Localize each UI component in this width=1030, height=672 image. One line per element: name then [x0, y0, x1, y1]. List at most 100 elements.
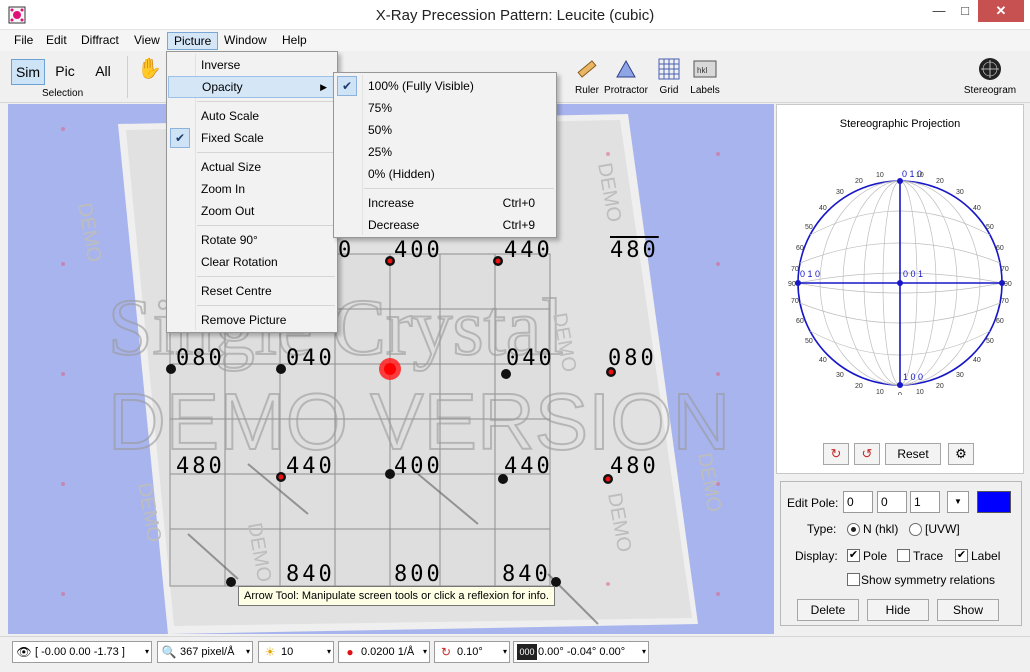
- ruler-tool-button[interactable]: Ruler: [566, 55, 608, 101]
- svg-text:20: 20: [855, 383, 863, 390]
- protractor-tool-button[interactable]: Protractor: [603, 55, 649, 101]
- rotate-ccw-button[interactable]: ↺: [854, 443, 880, 465]
- stereogram-panel: Stereographic Projection 0 1 0 0 1 0 0 0…: [776, 104, 1024, 474]
- svg-text:50: 50: [986, 338, 994, 345]
- opacity-increase[interactable]: Increase Ctrl+0: [335, 192, 555, 214]
- gear-icon: ⚙: [955, 446, 967, 461]
- rotation-step-field[interactable]: ↻ 0.10° ▾: [434, 641, 510, 663]
- hand-tool-button[interactable]: ✋: [128, 55, 170, 101]
- menu-item-fixed-scale-label: Fixed Scale: [201, 131, 264, 145]
- chevron-down-icon: ▾: [641, 647, 646, 656]
- zoom-icon: 🔍: [161, 645, 177, 659]
- menu-item-opacity[interactable]: Opacity ▶: [168, 76, 336, 98]
- close-button[interactable]: ✕: [978, 0, 1024, 22]
- type-hkl-label: N (hkl): [863, 522, 899, 536]
- index-label: 040: [506, 346, 555, 371]
- display-label: Display:: [795, 549, 838, 563]
- delete-button[interactable]: Delete: [797, 599, 859, 621]
- opacity-decrease[interactable]: Decrease Ctrl+9: [335, 214, 555, 236]
- svg-text:60: 60: [796, 318, 804, 325]
- stereographic-projection[interactable]: 0 1 0 0 1 0 0 0 1 1 0 0 10 20 30 40 50 6…: [787, 155, 1015, 395]
- menu-item-clear-rotation[interactable]: Clear Rotation: [168, 251, 336, 273]
- display-label-checkbox[interactable]: ✔: [955, 549, 968, 562]
- svg-text:70: 70: [791, 298, 799, 305]
- opacity-0[interactable]: 0% (Hidden): [335, 163, 555, 185]
- spot[interactable]: [226, 577, 236, 587]
- opacity-25[interactable]: 25%: [335, 141, 555, 163]
- spot-icon: ●: [346, 645, 354, 659]
- spot-core: [278, 474, 284, 480]
- menu-picture[interactable]: Picture: [167, 32, 219, 50]
- display-pole-checkbox[interactable]: ✔: [847, 549, 860, 562]
- menu-item-actual-size[interactable]: Actual Size: [168, 156, 336, 178]
- mode-sim-button[interactable]: Sim: [11, 59, 45, 85]
- ruler-label: Ruler: [575, 85, 599, 96]
- index-label: 080: [176, 346, 225, 371]
- svg-text:60: 60: [996, 318, 1004, 325]
- maximize-button[interactable]: □: [952, 0, 978, 22]
- spot-size-field[interactable]: ● 0.0200 1/Å ▾: [338, 641, 430, 663]
- submenu-arrow-icon: ▶: [320, 82, 327, 92]
- mode-all-button[interactable]: All: [88, 59, 118, 85]
- selection-label: Selection: [42, 88, 84, 99]
- grid-icon: [658, 58, 680, 80]
- opacity-100[interactable]: ✔ 100% (Fully Visible): [335, 75, 555, 97]
- display-pole-label: Pole: [863, 549, 888, 563]
- menu-separator: [197, 305, 335, 306]
- menu-item-zoom-in[interactable]: Zoom In: [168, 178, 336, 200]
- type-uvw-radio[interactable]: [909, 523, 922, 536]
- opacity-increase-label: Increase: [368, 196, 415, 210]
- symmetry-checkbox[interactable]: [847, 573, 860, 586]
- menu-file[interactable]: File: [8, 32, 39, 50]
- menu-window[interactable]: Window: [218, 32, 273, 50]
- minimize-button[interactable]: —: [926, 0, 952, 22]
- orientation-icon: 000: [517, 644, 537, 660]
- menu-item-rotate-90[interactable]: Rotate 90°: [168, 229, 336, 251]
- stereogram-tool-button[interactable]: Stereogram: [960, 55, 1020, 101]
- svg-text:20: 20: [855, 178, 863, 185]
- pole-dropdown-button[interactable]: ▼: [947, 491, 969, 513]
- view-direction-field[interactable]: 👁 [ -0.00 0.00 -1.73 ] ▾: [12, 641, 152, 663]
- pole-h-field[interactable]: 0: [843, 491, 873, 513]
- svg-text:50: 50: [805, 338, 813, 345]
- opacity-submenu: ✔ 100% (Fully Visible) 75% 50% 25% 0% (H…: [333, 72, 557, 238]
- display-label-label: Label: [971, 549, 1001, 563]
- rotate-cw-button[interactable]: ↻: [823, 443, 849, 465]
- zoom-field[interactable]: 🔍 367 pixel/Å ▾: [157, 641, 253, 663]
- window-title: X-Ray Precession Pattern: Leucite (cubic…: [375, 7, 655, 24]
- opacity-50[interactable]: 50%: [335, 119, 555, 141]
- menu-item-fixed-scale[interactable]: ✔ Fixed Scale: [168, 127, 336, 149]
- menu-edit[interactable]: Edit: [40, 32, 73, 50]
- menu-view[interactable]: View: [128, 32, 166, 50]
- pole-color-swatch[interactable]: [977, 491, 1011, 513]
- menu-item-auto-scale[interactable]: Auto Scale: [168, 105, 336, 127]
- svg-text:40: 40: [973, 357, 981, 364]
- menu-help[interactable]: Help: [276, 32, 313, 50]
- hide-button[interactable]: Hide: [867, 599, 929, 621]
- orientation-field[interactable]: 000 0.00° -0.04° 0.00° ▾: [513, 641, 649, 663]
- stereogram-reset-button[interactable]: Reset: [885, 443, 941, 465]
- svg-text:60: 60: [796, 245, 804, 252]
- svg-text:90: 90: [788, 281, 796, 288]
- type-hkl-radio[interactable]: [847, 523, 860, 536]
- labels-tool-button[interactable]: hkl Labels: [684, 55, 726, 101]
- brightness-field[interactable]: ☀ 10 ▾: [258, 641, 334, 663]
- chevron-down-icon: ▾: [502, 647, 507, 656]
- index-label: 040: [286, 346, 335, 371]
- menu-item-zoom-out[interactable]: Zoom Out: [168, 200, 336, 222]
- picture-menu: Inverse Opacity ▶ Auto Scale ✔ Fixed Sca…: [166, 51, 338, 333]
- display-trace-checkbox[interactable]: [897, 549, 910, 562]
- opacity-75[interactable]: 75%: [335, 97, 555, 119]
- pole-l-field[interactable]: 1: [910, 491, 940, 513]
- menu-item-reset-centre[interactable]: Reset Centre: [168, 280, 336, 302]
- menu-item-inverse[interactable]: Inverse: [168, 54, 336, 76]
- menu-diffract[interactable]: Diffract: [75, 32, 125, 50]
- svg-text:20: 20: [936, 383, 944, 390]
- opacity-decrease-shortcut: Ctrl+9: [502, 218, 535, 232]
- stereogram-icon: [979, 58, 1001, 80]
- stereogram-settings-button[interactable]: ⚙: [948, 443, 974, 465]
- menu-item-remove-picture[interactable]: Remove Picture: [168, 309, 336, 331]
- pole-k-field[interactable]: 0: [877, 491, 907, 513]
- mode-pic-button[interactable]: Pic: [50, 59, 80, 85]
- show-button[interactable]: Show: [937, 599, 999, 621]
